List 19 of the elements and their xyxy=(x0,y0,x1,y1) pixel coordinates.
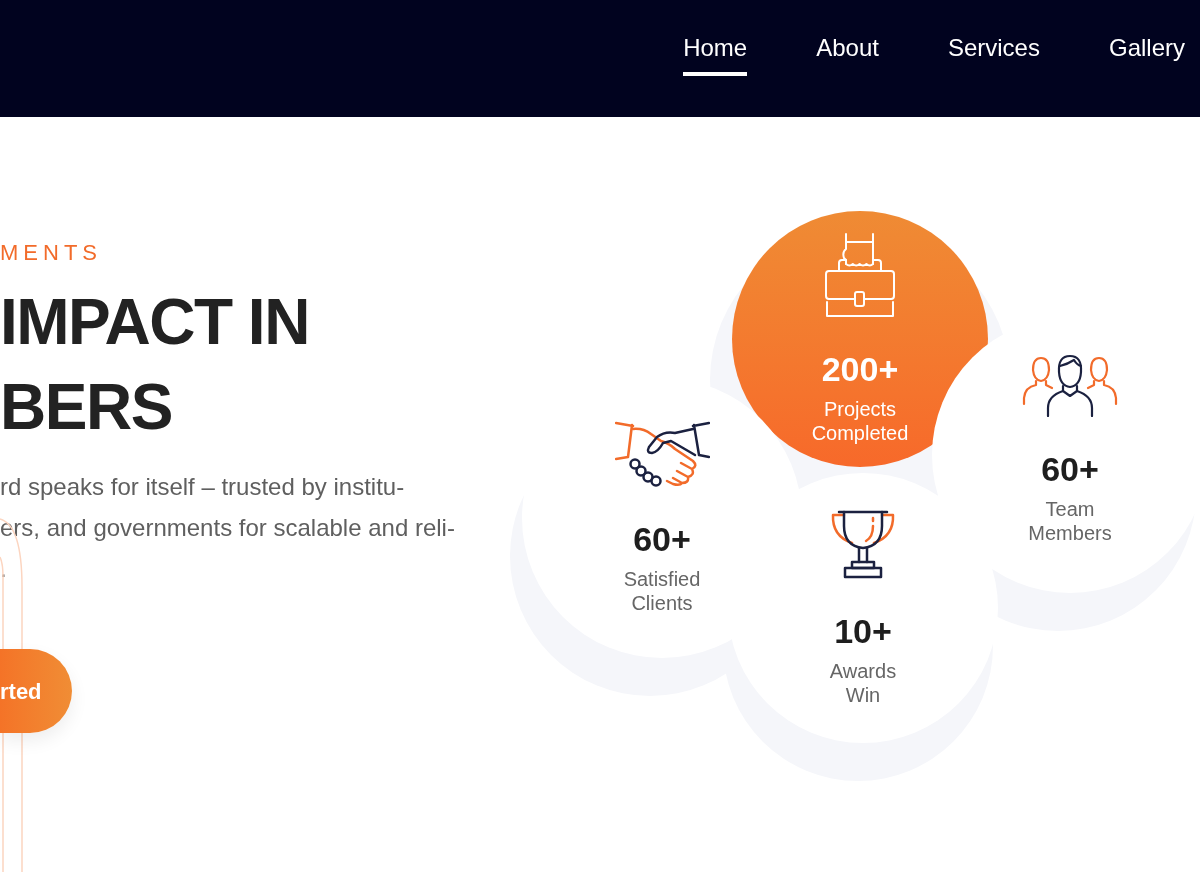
stat-number: 60+ xyxy=(1041,448,1099,489)
nav-link[interactable]: Home xyxy=(677,33,754,76)
stat-label: Satisfied Clients xyxy=(623,567,701,615)
stat-label: Team Members xyxy=(1028,496,1112,545)
section-heading: IMPACT IN BERS xyxy=(0,285,309,445)
eyebrow-text: MENTS xyxy=(0,240,102,266)
stat-number: 10+ xyxy=(834,610,892,651)
handshake-icon xyxy=(614,421,710,487)
trophy-icon xyxy=(830,509,896,579)
nav-link[interactable]: About xyxy=(810,33,885,76)
nav-link[interactable]: Gallery xyxy=(1102,33,1191,76)
nav-link[interactable]: Services xyxy=(941,33,1046,76)
briefcase-icon xyxy=(825,233,895,317)
team-icon xyxy=(1022,353,1118,417)
stat-label: Projects Completed xyxy=(811,397,909,445)
stat-label: Awards Win xyxy=(829,658,897,707)
stat-number: 200+ xyxy=(821,349,899,389)
stat-number: 60+ xyxy=(633,519,691,559)
description-paragraph: rd speaks for itself – trusted by institu- ers, and governments for scalable and reli- . xyxy=(0,472,455,584)
